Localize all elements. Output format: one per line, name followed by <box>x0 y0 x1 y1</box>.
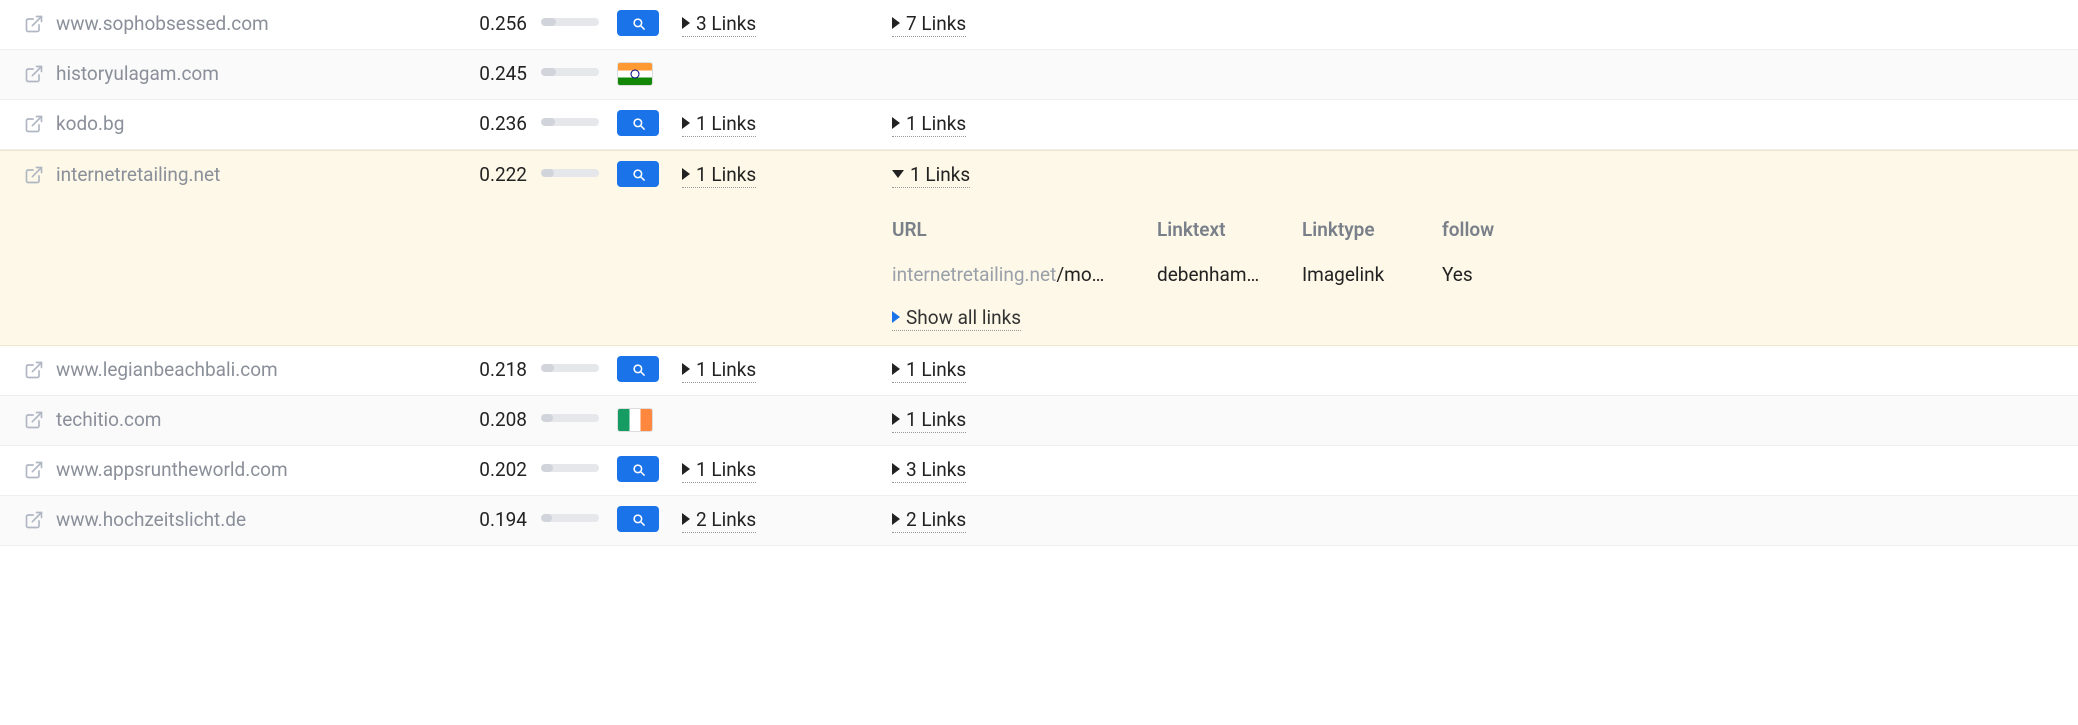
col-follow-header: follow <box>1442 218 1532 241</box>
table-row: www.appsruntheworld.com 0.202 1 Links 3 Lin… <box>0 446 2078 496</box>
links-toggle-1[interactable]: 1 Links <box>682 458 756 483</box>
link-detail-panel: URLLinktextLinktypefollow internetretaili… <box>892 210 2038 345</box>
score-bar <box>527 50 617 76</box>
links-toggle-1[interactable]: 1 Links <box>682 358 756 383</box>
domain-link[interactable]: www.legianbeachbali.com <box>56 358 278 381</box>
external-link-icon[interactable] <box>24 14 44 34</box>
score-bar <box>527 151 617 177</box>
chevron-icon <box>892 363 900 375</box>
backlinks-table: www.sophobsessed.com 0.256 3 Links 7 Links h… <box>0 0 2078 546</box>
col-linktype-header: Linktype <box>1302 218 1442 241</box>
external-link-icon[interactable] <box>24 64 44 84</box>
domain-link[interactable]: internetretailing.net <box>56 163 220 186</box>
domain-link[interactable]: www.sophobsessed.com <box>56 12 269 35</box>
score-value: 0.256 <box>455 0 527 47</box>
chevron-icon <box>892 513 900 525</box>
table-row: techitio.com 0.208 1 Links <box>0 396 2078 446</box>
links-toggle-1[interactable]: 1 Links <box>682 112 756 137</box>
score-value: 0.222 <box>455 151 527 198</box>
table-row: www.hochzeitslicht.de 0.194 2 Links 2 Links <box>0 496 2078 546</box>
links-toggle-2[interactable]: 3 Links <box>892 458 966 483</box>
links-toggle-2[interactable]: 2 Links <box>892 508 966 533</box>
chevron-icon <box>892 170 904 178</box>
domain-link[interactable]: www.appsruntheworld.com <box>56 458 288 481</box>
links-toggle-1[interactable]: 2 Links <box>682 508 756 533</box>
chevron-icon <box>682 513 690 525</box>
detail-follow: Yes <box>1442 263 1532 286</box>
col-url-header: URL <box>892 218 1157 241</box>
external-link-icon[interactable] <box>24 410 44 430</box>
flag-in-icon <box>617 62 653 86</box>
search-icon[interactable] <box>617 10 659 36</box>
col-linktext-header: Linktext <box>1157 218 1302 241</box>
chevron-icon <box>682 463 690 475</box>
score-value: 0.194 <box>455 496 527 543</box>
chevron-icon <box>892 311 900 323</box>
score-bar <box>527 496 617 522</box>
score-bar <box>527 0 617 26</box>
detail-linktype: Imagelink <box>1302 263 1442 286</box>
score-value: 0.245 <box>455 50 527 97</box>
score-bar <box>527 396 617 422</box>
score-bar <box>527 100 617 126</box>
link-detail-row: internetretailing.net/mo…debenham…Imagel… <box>892 257 2038 306</box>
domain-link[interactable]: kodo.bg <box>56 112 124 135</box>
links-toggle-2[interactable]: 1 Links <box>892 408 966 433</box>
chevron-icon <box>892 17 900 29</box>
chevron-icon <box>892 463 900 475</box>
links-toggle-1[interactable]: 1 Links <box>682 163 756 188</box>
chevron-icon <box>892 413 900 425</box>
table-row: www.legianbeachbali.com 0.218 1 Links 1 Lin… <box>0 346 2078 396</box>
external-link-icon[interactable] <box>24 460 44 480</box>
domain-link[interactable]: techitio.com <box>56 408 161 431</box>
table-row: www.sophobsessed.com 0.256 3 Links 7 Links <box>0 0 2078 50</box>
chevron-icon <box>682 168 690 180</box>
links-toggle-2[interactable]: 1 Links <box>892 358 966 383</box>
domain-link[interactable]: historyulagam.com <box>56 62 219 85</box>
table-row: internetretailing.net 0.222 1 Links 1 Links… <box>0 150 2078 346</box>
search-icon[interactable] <box>617 506 659 532</box>
table-row: kodo.bg 0.236 1 Links 1 Links <box>0 100 2078 150</box>
table-row: historyulagam.com 0.245 <box>0 50 2078 100</box>
detail-linktext: debenham… <box>1157 263 1302 286</box>
chevron-icon <box>892 117 900 129</box>
chevron-icon <box>682 363 690 375</box>
search-icon[interactable] <box>617 456 659 482</box>
domain-link[interactable]: www.hochzeitslicht.de <box>56 508 246 531</box>
score-bar <box>527 346 617 372</box>
detail-url[interactable]: internetretailing.net/mo… <box>892 263 1157 286</box>
search-icon[interactable] <box>617 356 659 382</box>
flag-ie-icon <box>617 408 653 432</box>
show-all-links[interactable]: Show all links <box>892 306 1021 331</box>
external-link-icon[interactable] <box>24 165 44 185</box>
links-toggle-1[interactable]: 3 Links <box>682 12 756 37</box>
score-value: 0.202 <box>455 446 527 493</box>
links-toggle-2[interactable]: 1 Links <box>892 163 970 188</box>
external-link-icon[interactable] <box>24 114 44 134</box>
links-toggle-2[interactable]: 7 Links <box>892 12 966 37</box>
score-value: 0.208 <box>455 396 527 443</box>
score-value: 0.236 <box>455 100 527 147</box>
search-icon[interactable] <box>617 110 659 136</box>
links-toggle-2[interactable]: 1 Links <box>892 112 966 137</box>
search-icon[interactable] <box>617 161 659 187</box>
chevron-icon <box>682 117 690 129</box>
score-value: 0.218 <box>455 346 527 393</box>
external-link-icon[interactable] <box>24 360 44 380</box>
external-link-icon[interactable] <box>24 510 44 530</box>
score-bar <box>527 446 617 472</box>
chevron-icon <box>682 17 690 29</box>
